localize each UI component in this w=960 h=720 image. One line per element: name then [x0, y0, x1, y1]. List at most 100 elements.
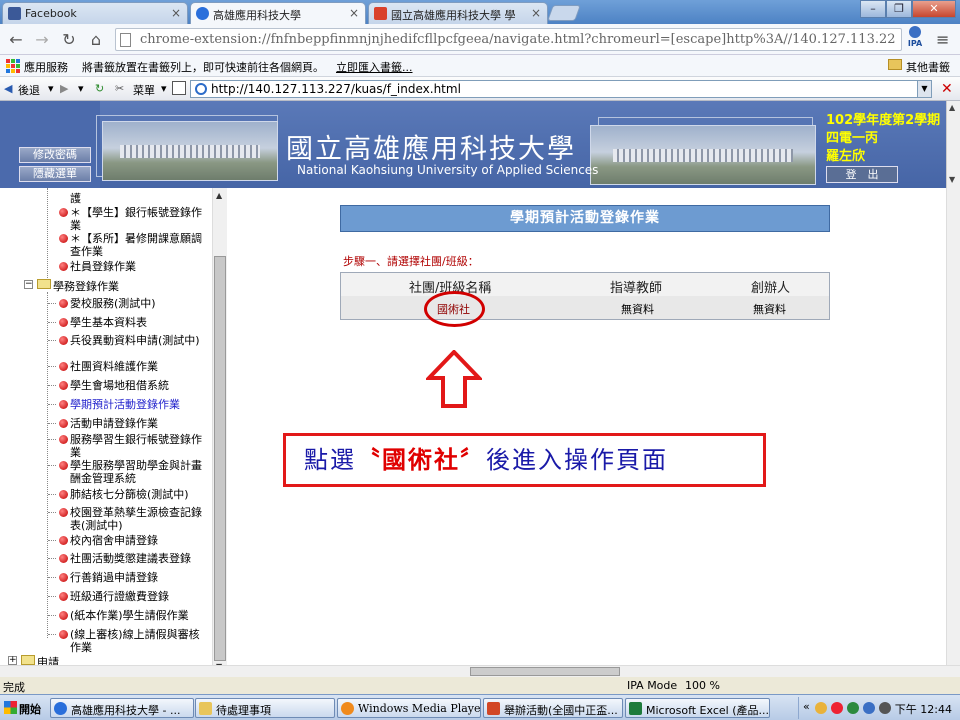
apps-link[interactable]: 應用服務 [24, 59, 68, 75]
tree-item[interactable]: 班級通行證繳費登錄 [59, 590, 204, 603]
reload-icon[interactable]: ↻ [59, 30, 79, 50]
tree-item[interactable]: 校園登革熱孳生源檢查記錄表(測試中) [59, 506, 204, 532]
tray-icon[interactable] [879, 702, 891, 714]
horizontal-scrollbar[interactable] [0, 665, 960, 677]
back-icon[interactable]: ◀ [4, 82, 12, 95]
home-icon[interactable]: ⌂ [86, 30, 106, 50]
tray-expand-icon[interactable]: « [803, 700, 810, 713]
table-row[interactable]: 國術社 無資料 無資料 [341, 296, 829, 319]
tree-item[interactable]: 肺結核七分篩檢(測試中) [59, 488, 204, 501]
dropdown-icon[interactable]: ▾ [48, 82, 54, 95]
chrome-icon [54, 702, 67, 715]
close-icon[interactable]: × [171, 6, 181, 20]
collapse-icon[interactable]: − [24, 280, 33, 289]
tree-item[interactable]: 學期預計活動登錄作業 [59, 398, 204, 411]
forward-arrow-icon[interactable]: → [32, 30, 52, 50]
new-tab-button[interactable] [547, 5, 581, 21]
other-bookmarks[interactable]: 其他書籤 [906, 59, 950, 75]
change-password-button[interactable]: 修改密碼 [19, 147, 91, 163]
sidebar-scrollbar[interactable]: ▲ ▼ [212, 188, 227, 676]
import-bookmarks-link[interactable]: 立即匯入書籤... [336, 59, 413, 75]
tree-item[interactable]: (紙本作業)學生請假作業 [59, 609, 204, 622]
taskbar-item-powerpoint[interactable]: 舉辦活動(全國中正盃... [483, 698, 623, 718]
expand-icon[interactable]: + [8, 656, 17, 665]
clock[interactable]: 下午 12:44 [895, 701, 952, 717]
dropdown-icon[interactable]: ▾ [161, 82, 167, 95]
scrollbar-thumb[interactable] [470, 667, 620, 676]
taskbar-item-browser[interactable]: 高雄應用科技大學 - ... [50, 698, 194, 718]
highlight-circle [424, 291, 485, 327]
apps-grid-icon[interactable] [6, 59, 20, 73]
tree-item[interactable]: 服務學習生銀行帳號登錄作業 [59, 433, 204, 459]
page-scrollbar[interactable]: ▲ ▼ [946, 101, 960, 188]
taskbar-item-excel[interactable]: Microsoft Excel (產品... [625, 698, 770, 718]
tree-item-summer-course[interactable]: ＊【系所】暑修開課意願調查作業 [59, 232, 204, 258]
close-window-button[interactable]: ✕ [912, 0, 956, 18]
page-icon [120, 33, 131, 47]
page-scrollbar[interactable] [946, 188, 960, 676]
tree-item[interactable]: 愛校服務(測試中) [59, 297, 204, 310]
tools-icon[interactable]: ✂ [115, 82, 124, 95]
minimize-button[interactable]: – [860, 0, 886, 18]
tree-item[interactable]: 學生基本資料表 [59, 316, 204, 329]
scroll-up-arrow-icon[interactable]: ▲ [949, 103, 955, 112]
tree-item-bank-account[interactable]: ＊【學生】銀行帳號登錄作業 [59, 206, 204, 232]
ipa-extension-icon[interactable]: IPA [905, 26, 925, 52]
restore-button[interactable]: ❐ [886, 0, 912, 18]
hide-menu-button[interactable]: 隱藏選單 [19, 166, 91, 182]
ie-back-button[interactable]: 後退 [18, 82, 40, 98]
page-icon[interactable] [172, 81, 186, 95]
ie-menu-button[interactable]: 菜單 [133, 82, 155, 98]
tree-item[interactable]: 護 [70, 192, 204, 205]
forward-icon[interactable]: ▶ [60, 82, 68, 95]
tree-item[interactable]: 學生會場地租借系統 [59, 379, 204, 392]
tree-item[interactable]: 活動申請登錄作業 [59, 417, 204, 430]
tree-item-label: 校園登革熱孳生源檢查記錄表(測試中) [70, 506, 202, 532]
tree-item[interactable]: 兵役異動資料申請(測試中) [59, 334, 204, 347]
system-tray: « 下午 12:44 [798, 697, 960, 719]
scroll-down-arrow-icon[interactable]: ▼ [949, 175, 955, 184]
bullet-icon [59, 208, 68, 217]
url-text[interactable]: chrome-extension://fnfnbeppfinmnjnjhedif… [140, 32, 895, 47]
refresh-icon[interactable]: ↻ [95, 82, 104, 95]
tree-item[interactable]: 行善銷過申請登錄 [59, 571, 204, 584]
scroll-up-arrow-icon[interactable]: ▲ [216, 191, 222, 200]
tree-item[interactable]: 社團活動獎懲建議表登錄 [59, 552, 204, 565]
zoom-level[interactable]: 100 % [685, 679, 720, 692]
ie-address-bar[interactable]: http://140.127.113.227/kuas/f_index.html… [190, 80, 932, 98]
tree-item-member-register[interactable]: 社員登錄作業 [59, 260, 204, 273]
tree-item[interactable]: 學生服務學習助學金與計畫酬金管理系統 [59, 459, 204, 485]
tree-item-label: 活動申請登錄作業 [70, 417, 158, 430]
close-icon[interactable]: × [531, 6, 541, 20]
bullet-icon [59, 573, 68, 582]
tree-item[interactable]: 社團資料維護作業 [59, 360, 204, 373]
start-button[interactable]: 開始 [2, 698, 44, 718]
tray-icon[interactable] [863, 702, 875, 714]
tree-item-label: 校內宿舍申請登錄 [70, 534, 158, 547]
taskbar-item-folder[interactable]: 待處理事項 [195, 698, 335, 718]
tab-kuas-student[interactable]: 國立高雄應用科技大學 學 × [368, 2, 548, 24]
tab-label: 國立高雄應用科技大學 學 [391, 9, 516, 22]
tray-icon[interactable] [815, 702, 827, 714]
address-bar[interactable]: chrome-extension://fnfnbeppfinmnjnjhedif… [115, 28, 902, 51]
hamburger-menu-icon[interactable]: ≡ [936, 30, 949, 49]
ie-address-text[interactable]: http://140.127.113.227/kuas/f_index.html [211, 82, 461, 96]
taskbar-item-media-player[interactable]: Windows Media Player [337, 698, 481, 718]
back-arrow-icon[interactable]: ← [6, 30, 26, 50]
tree-item[interactable]: 校內宿舍申請登錄 [59, 534, 204, 547]
tray-icon[interactable] [847, 702, 859, 714]
stop-icon[interactable]: ✕ [941, 81, 953, 97]
tree-item[interactable]: (線上審核)線上請假與審核作業 [59, 628, 204, 654]
founder-cell: 無資料 [753, 303, 786, 316]
ie-tab-toolbar: ◀ 後退 ▾ ▶ ▾ ↻ ✂ 菜單 ▾ http://140.127.113.2… [0, 77, 960, 101]
dropdown-icon[interactable]: ▾ [78, 82, 84, 95]
dropdown-icon[interactable]: ▼ [917, 81, 931, 97]
scrollbar-thumb[interactable] [214, 256, 226, 661]
tray-icon[interactable] [831, 702, 843, 714]
tree-item-label: (紙本作業)學生請假作業 [70, 609, 189, 622]
tree-folder-student-affairs[interactable]: − 學務登錄作業 [24, 278, 204, 293]
logout-button[interactable]: 登 出 [826, 166, 898, 183]
tab-facebook[interactable]: Facebook × [2, 2, 188, 24]
tab-kuas[interactable]: 高雄應用科技大學 × [190, 2, 366, 25]
close-icon[interactable]: × [349, 6, 359, 20]
